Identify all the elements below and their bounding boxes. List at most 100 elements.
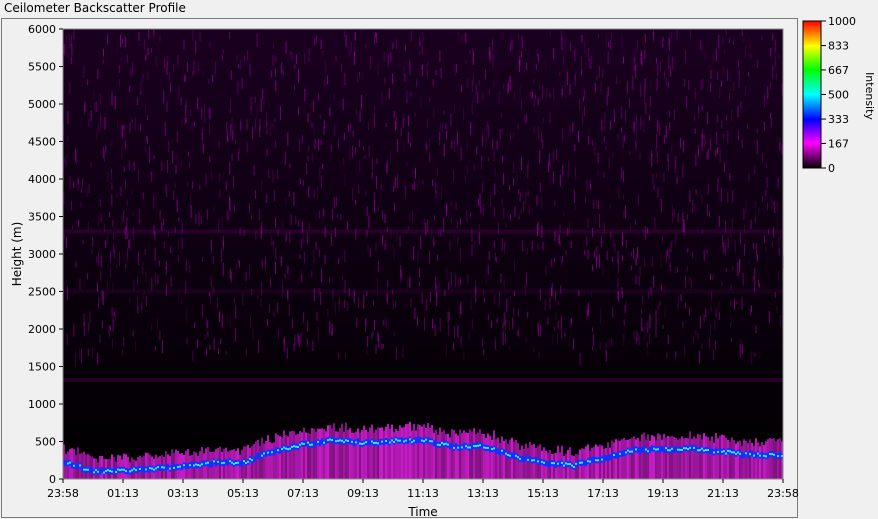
noise-speck	[662, 324, 664, 329]
noise-speck	[678, 296, 679, 308]
noise-speck	[494, 294, 496, 305]
layer-peak	[657, 448, 659, 451]
noise-speck	[636, 128, 638, 142]
layer-peak	[671, 447, 673, 450]
noise-speck	[564, 84, 566, 99]
layer-core	[255, 454, 257, 461]
noise-speck	[266, 112, 267, 126]
layer-column	[461, 433, 463, 479]
noise-speck	[295, 216, 297, 224]
noise-speck	[272, 170, 274, 183]
noise-speck	[119, 78, 120, 87]
noise-speck	[599, 254, 600, 268]
y-tick-label: 2500	[28, 286, 56, 299]
layer-column	[371, 424, 373, 479]
x-tick-label: 01:13	[107, 487, 139, 500]
noise-speck	[439, 121, 441, 131]
noise-speck	[596, 246, 598, 252]
colorbar-ticks: 01673335006678331000	[821, 15, 856, 175]
layer-column	[491, 440, 493, 479]
noise-speck	[164, 184, 166, 192]
noise-speck	[355, 200, 356, 205]
noise-speck	[719, 86, 721, 99]
layer-peak	[745, 452, 747, 455]
noise-speck	[778, 54, 780, 59]
noise-speck	[559, 240, 561, 247]
noise-speck	[730, 337, 732, 342]
layer-peak	[299, 443, 301, 446]
layer-column	[453, 430, 455, 479]
layer-peak	[295, 445, 297, 448]
noise-speck	[228, 209, 230, 220]
layer-core	[185, 463, 187, 470]
noise-speck	[255, 190, 256, 199]
layer-column	[671, 435, 673, 479]
y-tick-label: 3500	[28, 211, 56, 224]
noise-speck	[99, 199, 101, 207]
noise-speck	[363, 294, 365, 309]
noise-speck	[274, 68, 276, 77]
noise-speck	[628, 98, 630, 109]
noise-speck	[118, 252, 120, 267]
noise-speck	[291, 52, 293, 60]
layer-column	[619, 440, 621, 479]
noise-speck	[319, 114, 321, 119]
layer-column	[669, 436, 671, 479]
noise-speck	[689, 307, 690, 316]
noise-speck	[275, 80, 277, 92]
layer-core	[459, 444, 461, 451]
noise-speck	[459, 248, 461, 261]
layer-peak	[119, 469, 121, 472]
noise-speck	[751, 351, 753, 365]
noise-speck	[218, 348, 219, 354]
noise-speck	[501, 323, 503, 329]
layer-peak	[727, 449, 729, 452]
noise-speck	[63, 234, 65, 242]
noise-speck	[145, 271, 147, 282]
noise-speck	[622, 255, 623, 262]
layer-column	[715, 432, 717, 479]
layer-column	[165, 451, 167, 479]
noise-speck	[614, 243, 616, 252]
noise-speck	[371, 332, 373, 340]
layer-column	[93, 458, 95, 479]
layer-peak	[461, 446, 463, 449]
layer-column	[505, 439, 507, 479]
layer-peak	[543, 461, 545, 464]
noise-speck	[66, 237, 68, 249]
layer-peak	[777, 455, 779, 458]
layer-core	[741, 452, 743, 459]
noise-speck	[435, 182, 437, 194]
noise-speck	[219, 312, 221, 322]
noise-speck	[186, 338, 188, 345]
noise-speck	[638, 253, 639, 261]
noise-speck	[598, 33, 599, 39]
layer-column	[467, 432, 469, 479]
noise-speck	[692, 199, 694, 213]
noise-speck	[149, 146, 151, 153]
noise-speck	[610, 120, 612, 130]
layer-column	[273, 442, 275, 479]
noise-speck	[424, 317, 425, 331]
noise-speck	[682, 212, 684, 221]
layer-column	[609, 447, 611, 479]
noise-speck	[148, 30, 150, 39]
layer-column	[663, 433, 665, 479]
noise-speck	[141, 302, 143, 310]
noise-speck	[274, 190, 276, 202]
noise-speck	[284, 273, 286, 279]
noise-speck	[564, 332, 566, 337]
noise-speck	[307, 112, 309, 123]
noise-speck	[99, 93, 101, 105]
noise-speck	[517, 123, 519, 130]
layer-peak	[491, 448, 493, 451]
backscatter-chart: 0500100015002000250030003500400045005000…	[10, 15, 876, 519]
noise-speck	[754, 267, 756, 279]
noise-speck	[372, 330, 374, 337]
layer-peak	[283, 446, 285, 449]
noise-speck	[133, 279, 135, 292]
noise-speck	[483, 297, 485, 303]
noise-speck	[701, 105, 703, 111]
noise-speck	[493, 241, 495, 249]
noise-speck	[129, 238, 131, 251]
